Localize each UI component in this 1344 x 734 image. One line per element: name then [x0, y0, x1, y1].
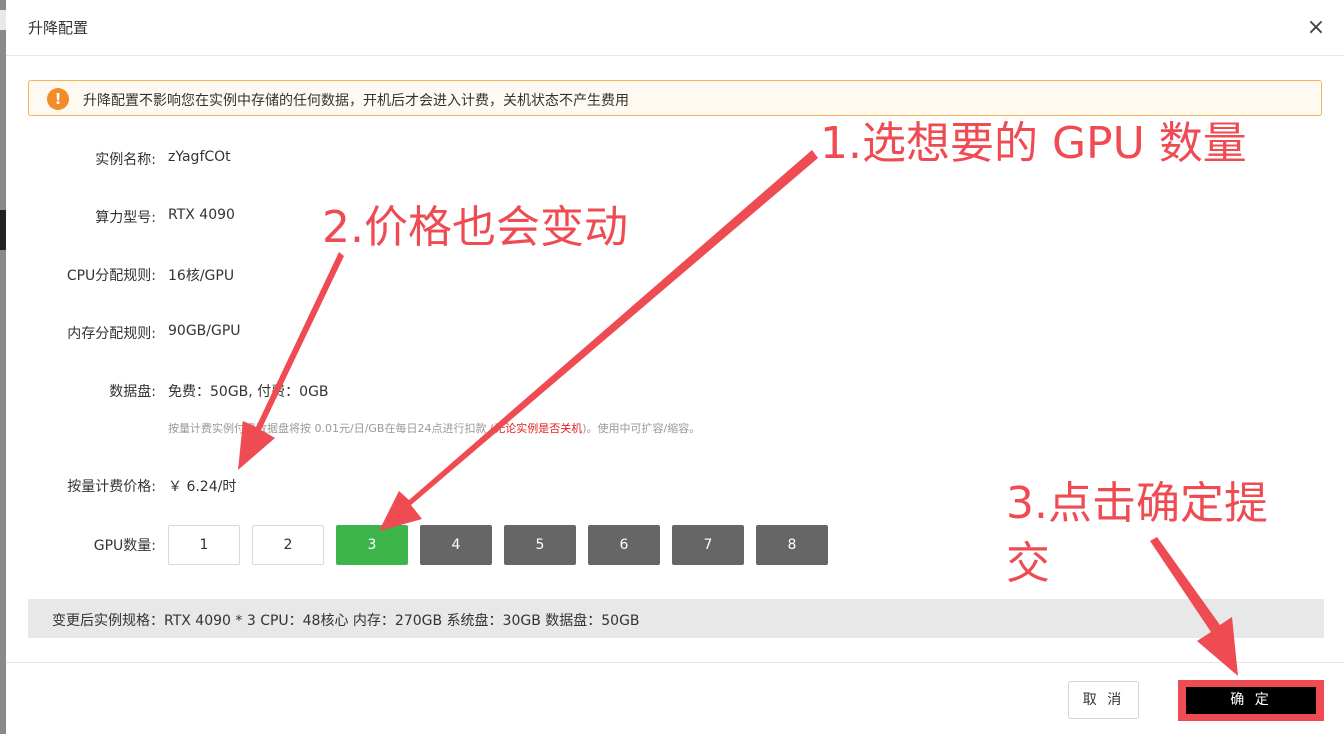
- gpu-count-option-5[interactable]: 5: [504, 525, 576, 565]
- disk-note-warning: 无论实例是否关机: [494, 422, 583, 435]
- price-value: ￥ 6.24/时: [168, 479, 237, 495]
- warning-icon: !: [47, 88, 69, 110]
- gpu-model-value: RTX 4090: [168, 207, 235, 223]
- gpu-count-option-7[interactable]: 7: [672, 525, 744, 565]
- annotation-step3-line1: 3.点击确定提: [1006, 478, 1268, 529]
- upgrade-config-dialog: 升降配置 × ! 升降配置不影响您在实例中存储的任何数据，开机后才会进入计费，关…: [6, 0, 1344, 734]
- memory-rule-label: 内存分配规则:: [67, 326, 156, 342]
- annotation-step1: 1.选想要的 GPU 数量: [820, 118, 1247, 169]
- gpu-model-label: 算力型号:: [95, 210, 156, 226]
- disk-note-text-end: )。使用中可扩容/缩容。: [582, 422, 701, 435]
- instance-name-label: 实例名称:: [95, 152, 156, 168]
- spec-summary-text: 变更后实例规格：RTX 4090 * 3 CPU：48核心 内存：270GB 系…: [52, 613, 640, 629]
- gpu-count-option-1[interactable]: 1: [168, 525, 240, 565]
- annotation-step3-line2: 交: [1006, 538, 1050, 589]
- gpu-count-option-3[interactable]: 3: [336, 525, 408, 565]
- cpu-rule-value: 16核/GPU: [168, 268, 235, 284]
- footer-divider: [6, 662, 1344, 663]
- data-disk-label: 数据盘:: [109, 384, 156, 400]
- dialog-title: 升降配置: [28, 19, 89, 37]
- cancel-button[interactable]: 取 消: [1068, 681, 1139, 719]
- notice-text: 升降配置不影响您在实例中存储的任何数据，开机后才会进入计费，关机状态不产生费用: [83, 93, 629, 109]
- price-label: 按量计费价格:: [67, 479, 156, 495]
- instance-name-value: zYagfCOt: [168, 149, 231, 165]
- annotation-step2: 2.价格也会变动: [322, 202, 628, 253]
- cpu-rule-label: CPU分配规则:: [66, 268, 156, 284]
- gpu-count-label: GPU数量:: [93, 538, 156, 554]
- confirm-button[interactable]: 确 定: [1186, 687, 1316, 714]
- dialog-header: 升降配置 ×: [6, 0, 1344, 56]
- data-disk-value: 免费：50GB, 付费：0GB: [168, 384, 329, 400]
- disk-note-text: 按量计费实例付费数据盘将按 0.01元/日/GB在每日24点进行扣款 (: [168, 422, 495, 435]
- memory-rule-value: 90GB/GPU: [168, 323, 241, 339]
- gpu-count-option-8[interactable]: 8: [756, 525, 828, 565]
- info-notice: ! 升降配置不影响您在实例中存储的任何数据，开机后才会进入计费，关机状态不产生费…: [28, 80, 1322, 116]
- gpu-count-option-6[interactable]: 6: [588, 525, 660, 565]
- gpu-count-option-2[interactable]: 2: [252, 525, 324, 565]
- gpu-count-option-4[interactable]: 4: [420, 525, 492, 565]
- data-disk-billing-note: 按量计费实例付费数据盘将按 0.01元/日/GB在每日24点进行扣款 (无论实例…: [168, 420, 700, 436]
- close-icon[interactable]: ×: [1306, 17, 1326, 39]
- spec-summary-bar: 变更后实例规格：RTX 4090 * 3 CPU：48核心 内存：270GB 系…: [28, 599, 1324, 638]
